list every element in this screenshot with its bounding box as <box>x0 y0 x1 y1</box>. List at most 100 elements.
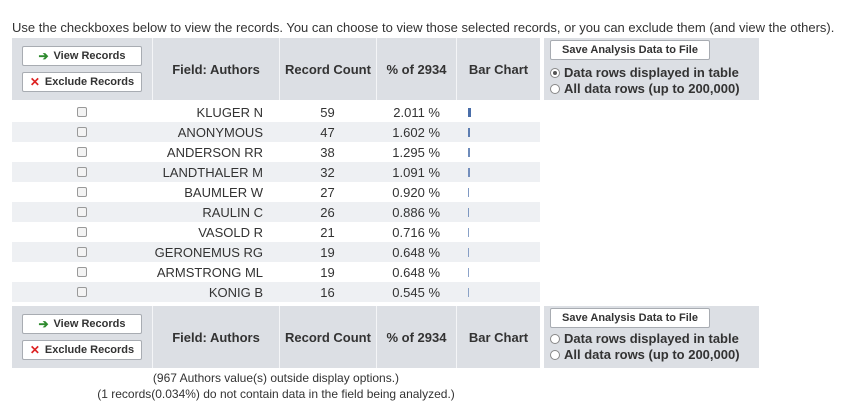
data-rows: KLUGER N 59 2.011 % ANONYMOUS 47 1.602 % ANDER… <box>12 102 540 302</box>
exclude-records-button[interactable]: ✕ Exclude Records <box>22 72 142 92</box>
author-cell: VASOLD R <box>198 224 263 240</box>
radio-all-rows-input[interactable] <box>550 349 560 360</box>
bar-chart-cell <box>456 267 540 277</box>
row-checkbox[interactable] <box>77 147 87 157</box>
author-cell: ARMSTRONG ML <box>156 264 263 280</box>
radio-all-rows-label: All data rows (up to 200,000) <box>564 347 740 362</box>
record-count-cell: 19 <box>320 264 335 280</box>
column-header-field: Field: Authors <box>152 38 279 100</box>
bar-chart-cell <box>456 107 540 117</box>
author-cell: ANONYMOUS <box>177 124 263 140</box>
table-row: ARMSTRONG ML 19 0.648 % <box>12 262 540 282</box>
bar-chart-bar <box>468 247 469 257</box>
row-checkbox[interactable] <box>77 267 87 277</box>
action-buttons-bottom: ➔ View Records ✕ Exclude Records <box>12 306 152 368</box>
radio-all-rows-bottom[interactable]: All data rows (up to 200,000) <box>550 347 740 362</box>
save-analysis-button-bottom[interactable]: Save Analysis Data to File <box>550 308 710 328</box>
bar-chart-bar <box>468 147 470 157</box>
radio-displayed-rows-label: Data rows displayed in table <box>564 331 739 346</box>
analysis-notes: (967 Authors value(s) outside display op… <box>12 370 540 402</box>
missing-data-note: (1 records(0.034%) do not contain data i… <box>97 387 455 401</box>
view-records-button-bottom[interactable]: ➔ View Records <box>22 314 142 334</box>
exclude-records-button-bottom[interactable]: ✕ Exclude Records <box>22 340 142 360</box>
outside-values-note: (967 Authors value(s) outside display op… <box>152 371 400 385</box>
bar-chart-bar <box>468 107 471 117</box>
radio-all-rows-input[interactable] <box>550 83 560 94</box>
row-checkbox-cell <box>12 147 152 157</box>
bar-chart-cell <box>456 147 540 157</box>
table-row: LANDTHALER M 32 1.091 % <box>12 162 540 182</box>
author-cell: LANDTHALER M <box>162 164 263 180</box>
row-checkbox[interactable] <box>77 187 87 197</box>
row-checkbox[interactable] <box>77 287 87 297</box>
row-checkbox[interactable] <box>77 167 87 177</box>
record-count-cell: 19 <box>320 244 335 260</box>
bar-chart-cell <box>456 207 540 217</box>
percent-cell: 0.648 % <box>392 264 440 280</box>
exclude-records-label: Exclude Records <box>44 344 135 356</box>
view-records-button[interactable]: ➔ View Records <box>22 46 142 66</box>
row-checkbox[interactable] <box>77 107 87 117</box>
row-checkbox-cell <box>12 227 152 237</box>
percent-cell: 1.091 % <box>392 164 440 180</box>
bar-chart-bar <box>468 127 470 137</box>
row-checkbox[interactable] <box>77 247 87 257</box>
author-cell: RAULIN C <box>202 204 263 220</box>
row-checkbox-cell <box>12 187 152 197</box>
row-checkbox-cell <box>12 207 152 217</box>
table-row: KLUGER N 59 2.011 % <box>12 102 540 122</box>
percent-cell: 0.648 % <box>392 244 440 260</box>
bar-chart-bar <box>468 267 469 277</box>
bar-chart-cell <box>456 167 540 177</box>
row-checkbox-cell <box>12 167 152 177</box>
record-count-cell: 16 <box>320 284 335 300</box>
radio-all-rows[interactable]: All data rows (up to 200,000) <box>550 81 740 96</box>
record-count-cell: 47 <box>320 124 335 140</box>
percent-cell: 0.545 % <box>392 284 440 300</box>
author-cell: ANDERSON RR <box>166 144 263 160</box>
percent-cell: 0.886 % <box>392 204 440 220</box>
percent-cell: 1.602 % <box>392 124 440 140</box>
table-row: ANONYMOUS 47 1.602 % <box>12 122 540 142</box>
bar-chart-bar <box>468 167 470 177</box>
table-header: ➔ View Records ✕ Exclude Records Field: … <box>12 38 540 100</box>
row-checkbox-cell <box>12 287 152 297</box>
close-icon: ✕ <box>29 343 40 357</box>
bar-chart-cell <box>456 187 540 197</box>
instructions-text: Use the checkboxes below to view the rec… <box>12 20 835 35</box>
bar-chart-bar <box>468 187 469 197</box>
row-checkbox-cell <box>12 107 152 117</box>
table-footer: ➔ View Records ✕ Exclude Records Field: … <box>12 306 540 368</box>
radio-displayed-rows-label: Data rows displayed in table <box>564 65 739 80</box>
record-count-cell: 32 <box>320 164 335 180</box>
exclude-records-label: Exclude Records <box>44 76 135 88</box>
arrow-right-icon: ➔ <box>38 317 49 331</box>
author-cell: KONIG B <box>208 284 263 300</box>
radio-displayed-rows-input[interactable] <box>550 67 560 78</box>
row-checkbox-cell <box>12 267 152 277</box>
row-checkbox[interactable] <box>77 127 87 137</box>
radio-displayed-rows[interactable]: Data rows displayed in table <box>550 65 739 80</box>
row-checkbox[interactable] <box>77 207 87 217</box>
radio-all-rows-label: All data rows (up to 200,000) <box>564 81 740 96</box>
action-buttons: ➔ View Records ✕ Exclude Records <box>12 38 152 100</box>
row-checkbox[interactable] <box>77 227 87 237</box>
record-count-cell: 21 <box>320 224 335 240</box>
record-count-cell: 26 <box>320 204 335 220</box>
column-header-percent: % of 2934 <box>376 38 456 100</box>
save-panel-bottom: Save Analysis Data to File Data rows dis… <box>544 306 759 368</box>
bar-chart-cell <box>456 127 540 137</box>
table-row: RAULIN C 26 0.886 % <box>12 202 540 222</box>
table-row: ANDERSON RR 38 1.295 % <box>12 142 540 162</box>
author-cell: KLUGER N <box>196 104 263 120</box>
column-footer-record-count: Record Count <box>279 306 376 368</box>
view-records-label: View Records <box>53 50 126 62</box>
bar-chart-cell <box>456 287 540 297</box>
author-cell: BAUMLER W <box>184 184 263 200</box>
record-count-cell: 59 <box>320 104 335 120</box>
save-analysis-button[interactable]: Save Analysis Data to File <box>550 40 710 60</box>
radio-displayed-rows-input[interactable] <box>550 333 560 344</box>
column-header-record-count: Record Count <box>279 38 376 100</box>
radio-displayed-rows-bottom[interactable]: Data rows displayed in table <box>550 331 739 346</box>
table-row: VASOLD R 21 0.716 % <box>12 222 540 242</box>
